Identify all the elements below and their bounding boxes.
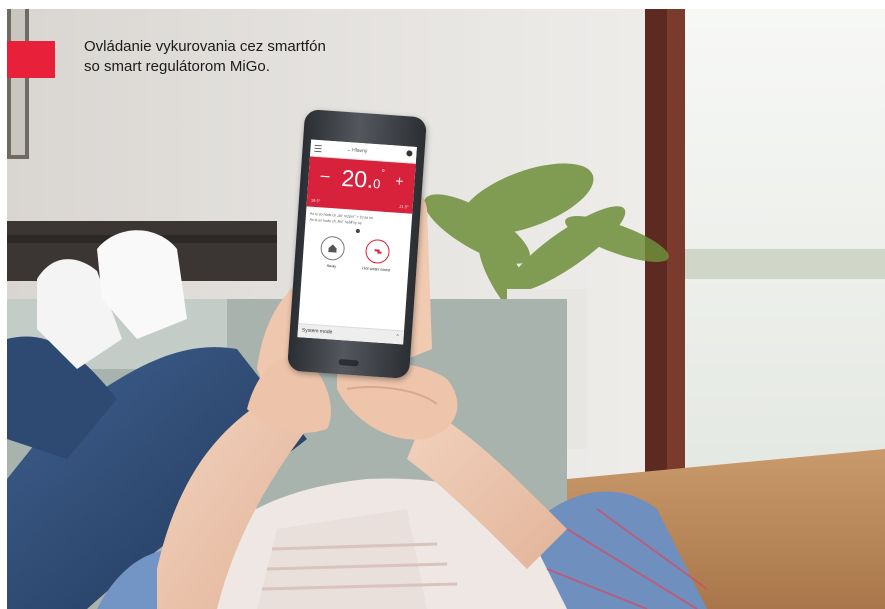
caption-line-2: so smart regulátorom MiGo. [84,58,270,75]
outdoor-temperature: 21.5° [399,203,409,210]
mode-buttons: Away Hot water boost [302,229,410,273]
temperature-whole: 20. [340,164,375,193]
increase-temp-button[interactable]: + [395,173,404,190]
zone-selector[interactable]: ⌄ Hlavný [346,147,367,154]
phone-home-button [338,359,359,367]
chevron-up-icon: ⌃ [395,333,400,341]
menu-icon[interactable] [314,144,322,153]
living-room-background [7,9,885,609]
system-mode-label: System mode [301,327,333,336]
hot-water-label: Hot water boost [362,265,391,273]
home-icon [319,235,346,262]
caption-accent-block [7,41,55,78]
smartphone: ⌄ Hlavný – 20.0° + 19.5° 21.5° As is so … [287,109,427,379]
temperature-panel: – 20.0° + 19.5° 21.5° [306,156,416,214]
away-mode[interactable]: Away [319,235,346,270]
current-temperature: 19.5° [310,197,321,204]
caption-line-1: Ovládanie vykurovania cez smartfón [84,38,326,55]
photo-scene [7,9,885,609]
degree-symbol: ° [380,167,386,178]
away-mode-label: Away [326,262,337,269]
caption: Ovládanie vykurovania cez smartfón so sm… [84,37,414,77]
help-icon[interactable] [406,150,413,157]
app-screen: ⌄ Hlavný – 20.0° + 19.5° 21.5° As is so … [297,139,417,345]
zone-label: Hlavný [351,147,368,155]
temperature-decimal: 0 [372,176,381,192]
hot-water-boost[interactable]: Hot water boost [361,238,393,272]
decrease-temp-button[interactable]: – [320,167,330,186]
temperature-setpoint: 20.0° [341,165,386,195]
tap-icon [364,238,391,265]
temperature-readings: 19.5° 21.5° [311,198,409,210]
